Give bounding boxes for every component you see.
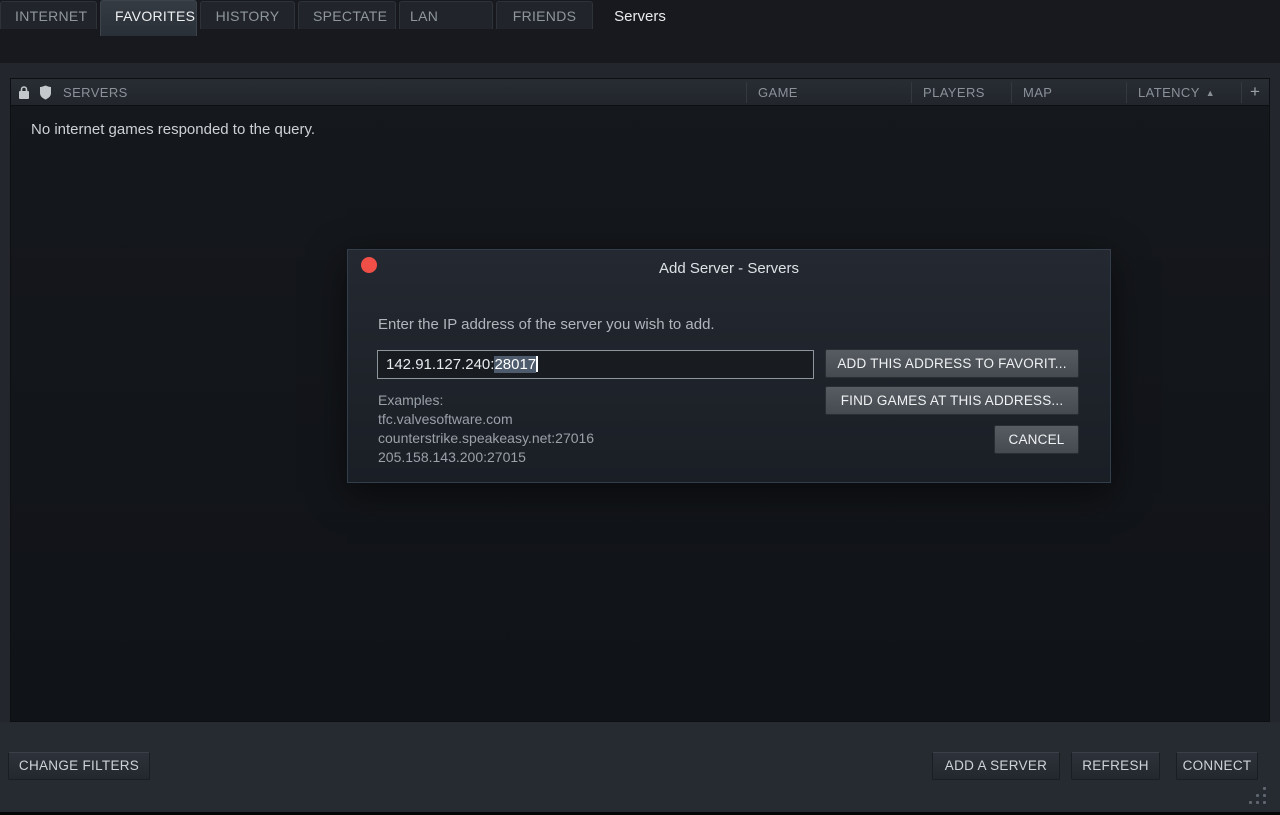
column-divider[interactable] xyxy=(1011,82,1012,103)
tab-band xyxy=(0,63,1280,78)
tab-favorites[interactable]: FAVORITES xyxy=(100,0,197,36)
tab-internet[interactable]: INTERNET xyxy=(0,1,97,29)
input-text: 142.91.127.240: xyxy=(386,356,494,373)
resize-grip-icon[interactable] xyxy=(1248,787,1266,805)
column-latency[interactable]: LATENCY ▲ xyxy=(1138,85,1215,100)
lock-icon[interactable] xyxy=(17,85,31,100)
example-address: tfc.valvesoftware.com xyxy=(378,410,594,429)
add-a-server-button[interactable]: ADD A SERVER xyxy=(932,752,1060,780)
tab-history[interactable]: HISTORY xyxy=(200,1,295,29)
dialog-title: Add Server - Servers xyxy=(348,260,1110,277)
add-column-button[interactable]: + xyxy=(1241,79,1269,106)
empty-list-message: No internet games responded to the query… xyxy=(31,121,315,138)
add-to-favorites-button[interactable]: ADD THIS ADDRESS TO FAVORIT... xyxy=(825,349,1079,378)
shield-icon[interactable] xyxy=(39,85,53,100)
column-players[interactable]: PLAYERS xyxy=(923,85,985,100)
examples-heading: Examples: xyxy=(378,391,594,410)
column-game[interactable]: GAME xyxy=(758,85,798,100)
tab-bar xyxy=(0,34,1280,63)
tab-friends[interactable]: FRIENDS xyxy=(496,1,593,29)
dialog-instruction: Enter the IP address of the server you w… xyxy=(378,316,715,333)
column-map[interactable]: MAP xyxy=(1023,85,1052,100)
sort-ascending-icon: ▲ xyxy=(1206,88,1215,98)
text-caret xyxy=(536,356,538,372)
cancel-button[interactable]: CANCEL xyxy=(994,425,1079,454)
tab-label: INTERNET xyxy=(15,8,87,24)
example-address: counterstrike.speakeasy.net:27016 xyxy=(378,429,594,448)
column-divider[interactable] xyxy=(911,82,912,103)
footer-bar: CHANGE FILTERS ADD A SERVER REFRESH CONN… xyxy=(0,722,1280,812)
tab-label: LAN xyxy=(410,8,438,24)
refresh-button[interactable]: REFRESH xyxy=(1071,752,1160,780)
tab-label: FAVORITES xyxy=(115,8,195,24)
column-divider[interactable] xyxy=(1126,82,1127,103)
find-games-button[interactable]: FIND GAMES AT THIS ADDRESS... xyxy=(825,386,1079,415)
tab-spectate[interactable]: SPECTATE xyxy=(298,1,396,29)
tab-label: SPECTATE xyxy=(313,8,387,24)
column-latency-label: LATENCY xyxy=(1138,85,1200,100)
column-servers[interactable]: SERVERS xyxy=(63,85,128,100)
change-filters-button[interactable]: CHANGE FILTERS xyxy=(8,752,150,780)
tab-label: FRIENDS xyxy=(513,8,577,24)
server-address-input[interactable]: 142.91.127.240:28017 xyxy=(377,350,814,379)
tab-label: HISTORY xyxy=(216,8,280,24)
example-address: 205.158.143.200:27015 xyxy=(378,448,594,467)
tab-lan[interactable]: LAN xyxy=(399,1,493,29)
examples-block: Examples: tfc.valvesoftware.com counters… xyxy=(378,391,594,467)
input-selected-text: 28017 xyxy=(494,356,536,373)
add-server-dialog: Add Server - Servers Enter the IP addres… xyxy=(347,249,1111,483)
list-header: SERVERS GAME PLAYERS MAP LATENCY ▲ + xyxy=(11,79,1269,106)
column-divider[interactable] xyxy=(746,82,747,103)
connect-button[interactable]: CONNECT xyxy=(1176,752,1258,780)
